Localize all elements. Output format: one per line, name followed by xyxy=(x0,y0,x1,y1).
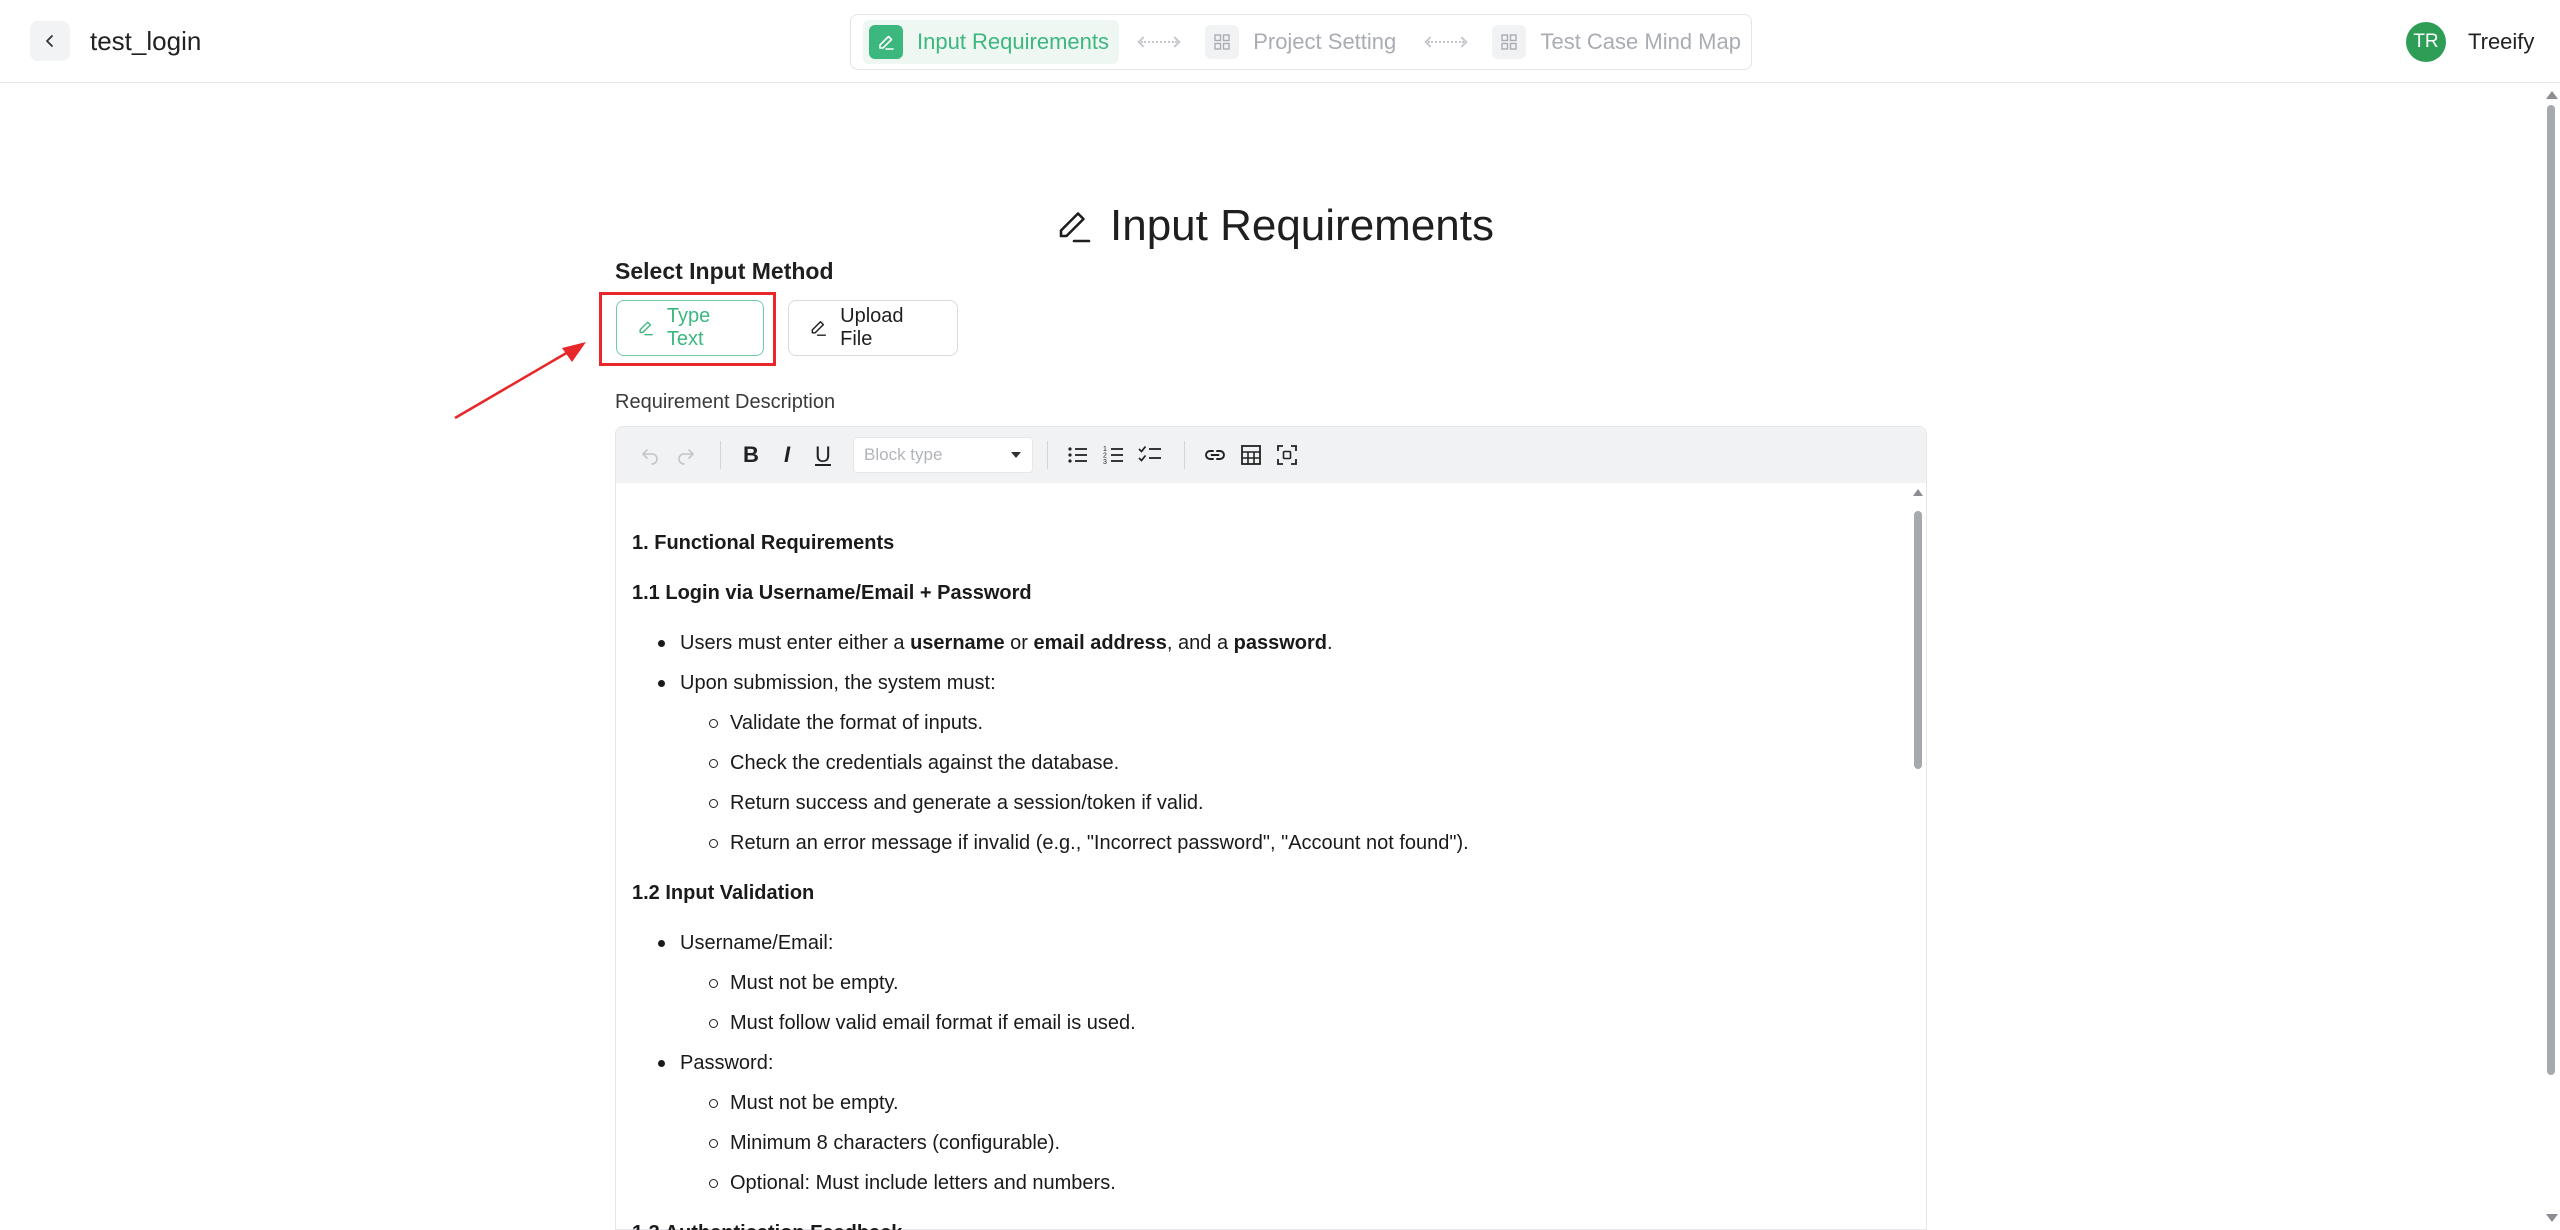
list-item: Check the credentials against the databa… xyxy=(709,743,1910,783)
link-button[interactable] xyxy=(1199,439,1231,471)
list-item: Users must enter either a username or em… xyxy=(658,623,1910,663)
undo-button[interactable] xyxy=(634,439,666,471)
underline-button[interactable]: U xyxy=(807,439,839,471)
list-item: Must not be empty. xyxy=(709,963,1910,1003)
page-title: Input Requirements xyxy=(1054,198,1494,254)
chevron-left-icon xyxy=(46,35,53,47)
sub-list: Must not be empty. Must follow valid ema… xyxy=(680,963,1910,1043)
user-menu[interactable]: TR Treeify xyxy=(2406,22,2534,62)
block-type-placeholder: Block type xyxy=(864,445,943,464)
step-input-requirements[interactable]: Input Requirements xyxy=(863,20,1119,64)
fullscreen-button[interactable] xyxy=(1271,439,1303,471)
list-item: Username/Email: Must not be empty. Must … xyxy=(658,923,1910,1043)
list-item: Must not be empty. xyxy=(709,1083,1910,1123)
back-button[interactable] xyxy=(30,21,70,61)
scroll-thumb[interactable] xyxy=(2547,105,2555,1075)
bullet-list-icon xyxy=(1068,447,1087,463)
svg-text:3: 3 xyxy=(1103,459,1107,466)
project-name: test_login xyxy=(90,26,202,56)
step-connector xyxy=(1141,41,1178,43)
fullscreen-icon xyxy=(1277,445,1297,465)
scroll-down-arrow[interactable] xyxy=(2546,1214,2558,1222)
redo-icon xyxy=(678,449,694,465)
undo-icon xyxy=(642,449,658,465)
editor-content[interactable]: 1. Functional Requirements 1.1 Login via… xyxy=(616,483,1910,1230)
list-item: Password: Must not be empty. Minimum 8 c… xyxy=(658,1043,1910,1203)
table-button[interactable] xyxy=(1235,439,1267,471)
list-item: Must follow valid email format if email … xyxy=(709,1003,1910,1043)
step-connector xyxy=(1428,41,1465,43)
step-navigator: Input Requirements Project Setting Test … xyxy=(850,14,1752,70)
sub-list: Validate the format of inputs. Check the… xyxy=(680,703,1910,863)
checklist-button[interactable] xyxy=(1134,439,1166,471)
section-heading: 1.1 Login via Username/Email + Password xyxy=(632,582,1032,604)
toolbar-divider xyxy=(720,441,721,469)
italic-button[interactable]: I xyxy=(771,439,803,471)
redo-button[interactable] xyxy=(670,439,702,471)
top-bar: test_login Input Requirements Project Se… xyxy=(0,0,2560,83)
list-item: Optional: Must include letters and numbe… xyxy=(709,1163,1910,1203)
link-icon xyxy=(1205,450,1225,460)
grid-icon xyxy=(1492,25,1527,59)
section-heading: 1. Functional Requirements xyxy=(632,532,895,554)
list-item: Minimum 8 characters (configurable). xyxy=(709,1123,1910,1163)
upload-file-button[interactable]: Upload File xyxy=(788,300,958,356)
list-item: Return success and generate a session/to… xyxy=(709,783,1910,823)
toolbar-divider xyxy=(1047,441,1048,469)
list-item: Upon submission, the system must: Valida… xyxy=(658,663,1910,863)
checklist-icon xyxy=(1138,445,1161,462)
page-title-text: Input Requirements xyxy=(1110,201,1494,250)
block-type-select[interactable]: Block type xyxy=(853,437,1033,473)
list-item: Return an error message if invalid (e.g.… xyxy=(709,823,1910,863)
type-text-label: Type Text xyxy=(666,305,711,350)
step-test-case-mind-map[interactable]: Test Case Mind Map xyxy=(1486,20,1751,64)
scroll-up-arrow[interactable] xyxy=(1913,489,1923,496)
section-heading: 1.3 Authentication Feedback xyxy=(632,1213,1910,1230)
bullet-list-button[interactable] xyxy=(1062,439,1094,471)
edit-icon xyxy=(811,321,826,336)
grid-icon xyxy=(1205,25,1240,59)
section-heading: 1.2 Input Validation xyxy=(632,882,815,904)
step-label: Project Setting xyxy=(1253,29,1397,54)
step-label: Test Case Mind Map xyxy=(1540,29,1741,54)
caret-down-icon xyxy=(1011,452,1021,458)
bullet-list: Users must enter either a username or em… xyxy=(632,623,1910,863)
step-label: Input Requirements xyxy=(917,29,1109,54)
type-text-button[interactable]: Type Text xyxy=(616,300,764,356)
scroll-thumb[interactable] xyxy=(1914,511,1922,769)
bullet-list: Username/Email: Must not be empty. Must … xyxy=(632,923,1910,1203)
list-item: Validate the format of inputs. xyxy=(709,703,1910,743)
rich-text-editor[interactable]: B I U Block type 123 1. Functional Requi… xyxy=(615,426,1927,1230)
toolbar-divider xyxy=(1184,441,1185,469)
bold-button[interactable]: B xyxy=(735,439,767,471)
user-name: Treeify xyxy=(2468,29,2535,54)
step-project-setting[interactable]: Project Setting xyxy=(1199,20,1406,64)
table-icon xyxy=(1241,445,1261,465)
numbered-list-button[interactable]: 123 xyxy=(1098,439,1130,471)
editor-toolbar: B I U Block type 123 xyxy=(616,427,1926,483)
edit-icon xyxy=(869,25,903,59)
editor-scrollbar[interactable] xyxy=(1910,483,1926,1230)
page-scrollbar[interactable] xyxy=(2542,83,2560,1230)
annotation-arrow xyxy=(454,342,586,420)
numbered-list-icon: 123 xyxy=(1103,446,1123,466)
requirement-description-label: Requirement Description xyxy=(615,391,836,413)
upload-file-label: Upload File xyxy=(840,305,904,350)
sub-list: Must not be empty. Minimum 8 characters … xyxy=(680,1083,1910,1203)
input-method-label: Select Input Method xyxy=(615,258,834,284)
edit-icon xyxy=(1059,212,1091,243)
avatar: TR xyxy=(2406,22,2446,62)
edit-icon xyxy=(639,321,653,336)
scroll-up-arrow[interactable] xyxy=(2546,91,2558,99)
